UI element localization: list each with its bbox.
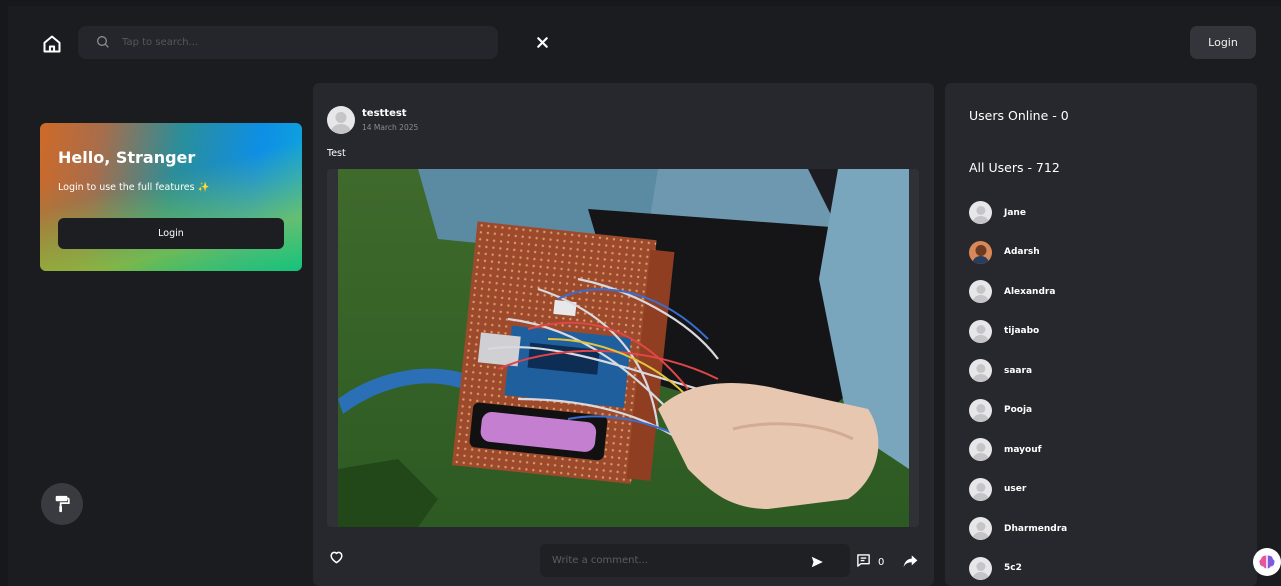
user-item[interactable]: tijaabo [969, 312, 1067, 352]
user-avatar [969, 477, 992, 501]
paint-roller-icon[interactable] [41, 483, 83, 525]
user-avatar [969, 359, 992, 383]
user-item[interactable]: user [969, 470, 1067, 510]
send-icon[interactable] [810, 554, 824, 573]
post-author-avatar[interactable] [327, 106, 355, 134]
search-icon [95, 34, 111, 54]
home-icon[interactable] [34, 26, 70, 62]
user-item[interactable]: Jane [969, 193, 1067, 233]
share-icon[interactable] [903, 553, 918, 572]
user-name: Pooja [1004, 405, 1033, 416]
user-item[interactable]: Pooja [969, 391, 1067, 431]
user-name: Jane [1004, 207, 1026, 218]
comment-input[interactable] [552, 544, 792, 577]
comment-icon [856, 553, 871, 571]
search-bar [78, 26, 548, 59]
welcome-card: Hello, Stranger Login to use the full fe… [40, 123, 302, 271]
user-name: Dharmendra [1004, 523, 1068, 534]
user-avatar [969, 556, 992, 580]
all-users-title: All Users - 712 [969, 160, 1060, 175]
search-input[interactable] [122, 26, 442, 59]
user-name: tijaabo [1004, 326, 1040, 337]
users-panel: Users Online - 0 All Users - 712 Jane Ad… [945, 83, 1257, 586]
user-avatar [969, 201, 992, 225]
comment-box [540, 544, 850, 577]
welcome-subtitle: Login to use the full features ✨ [58, 182, 210, 193]
user-avatar [969, 240, 992, 264]
user-name: Adarsh [1004, 247, 1040, 258]
comment-counter[interactable]: 0 [856, 553, 884, 571]
user-name: user [1004, 484, 1027, 495]
users-online-title: Users Online - 0 [969, 108, 1069, 123]
user-item[interactable]: Dharmendra [969, 509, 1067, 549]
user-avatar [969, 398, 992, 422]
user-avatar [969, 280, 992, 304]
close-icon[interactable] [534, 34, 551, 55]
header-login-button[interactable]: Login [1190, 26, 1256, 59]
user-item[interactable]: Alexandra [969, 272, 1067, 312]
user-name: Alexandra [1004, 286, 1056, 297]
user-avatar [969, 438, 992, 462]
welcome-title: Hello, Stranger [58, 148, 196, 167]
user-item[interactable]: saara [969, 351, 1067, 391]
comment-count: 0 [878, 556, 885, 568]
post-caption: Test [327, 148, 346, 159]
user-item[interactable]: Adarsh [969, 233, 1067, 273]
user-item[interactable]: 5c2 [969, 549, 1067, 586]
user-item[interactable]: mayouf [969, 430, 1067, 470]
post-card: testtest 14 March 2025 Test Write a comm… [313, 83, 934, 586]
post-author-name[interactable]: testtest [362, 108, 407, 119]
post-date: 14 March 2025 [362, 123, 419, 132]
welcome-login-button[interactable]: Login [58, 218, 284, 249]
post-image[interactable] [327, 169, 919, 527]
user-name: saara [1004, 365, 1033, 376]
user-avatar [969, 517, 992, 541]
heart-icon[interactable] [329, 549, 344, 568]
brain-icon[interactable] [1253, 548, 1281, 576]
user-avatar [969, 319, 992, 343]
user-name: mayouf [1004, 444, 1042, 455]
user-name: 5c2 [1004, 563, 1022, 574]
users-list: Jane Adarsh Alexandra tijaabo saara Pooj… [969, 193, 1067, 586]
